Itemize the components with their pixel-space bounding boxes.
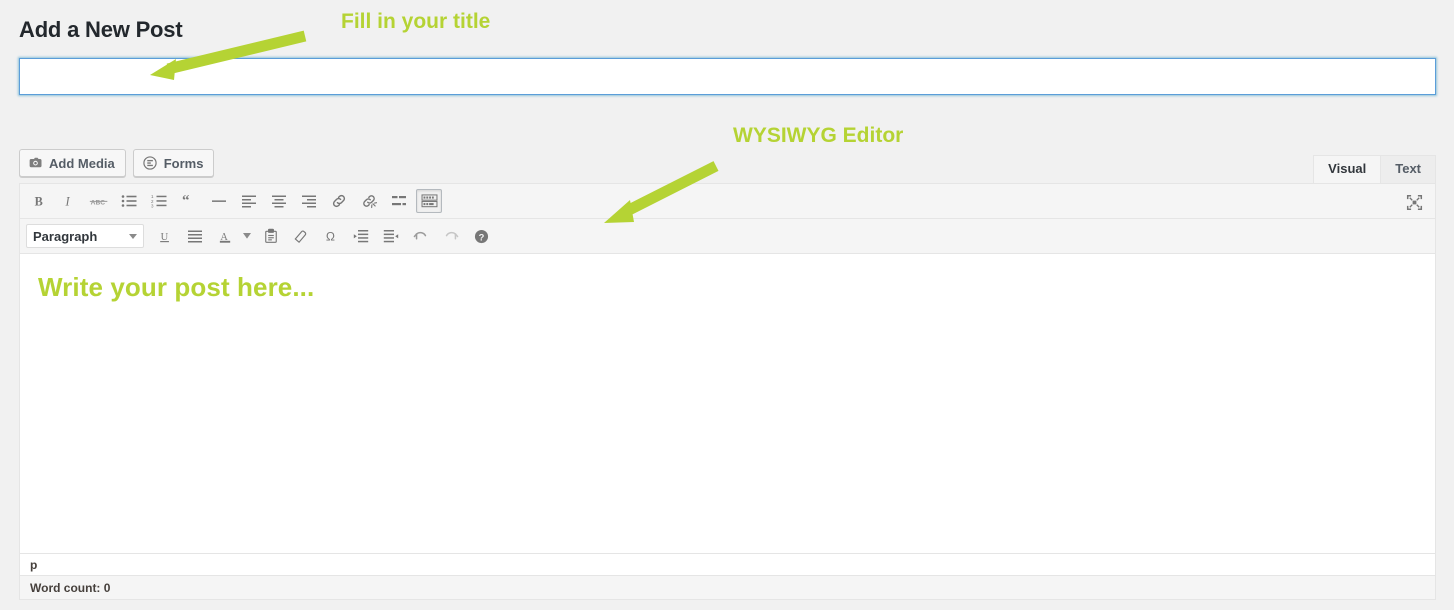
italic-icon[interactable]: I: [56, 189, 82, 213]
numbered-list-icon[interactable]: 1 2 3: [146, 189, 172, 213]
horizontal-rule-icon[interactable]: [206, 189, 232, 213]
tab-visual[interactable]: Visual: [1313, 155, 1382, 183]
underline-icon[interactable]: U: [152, 224, 178, 248]
editor-toolbar-row-1: B I ABC 1 2 3 “: [20, 184, 1435, 219]
editor-word-count: Word count: 0: [20, 575, 1435, 599]
kitchen-sink-icon[interactable]: [416, 189, 442, 213]
svg-text:B: B: [35, 194, 43, 208]
svg-text:I: I: [65, 194, 71, 208]
justify-icon[interactable]: [182, 224, 208, 248]
indent-icon[interactable]: [378, 224, 404, 248]
tab-text[interactable]: Text: [1380, 155, 1436, 183]
outdent-icon[interactable]: [348, 224, 374, 248]
page-title: Add a New Post: [19, 17, 183, 42]
wysiwyg-editor: B I ABC 1 2 3 “ Paragraph U A Ω ? Write …: [19, 183, 1436, 600]
forms-icon: [142, 155, 158, 171]
editor-mode-tabs: Visual Text: [1313, 155, 1436, 183]
svg-text:“: “: [182, 194, 190, 208]
bullet-list-icon[interactable]: [116, 189, 142, 213]
text-color-chevron-down-icon[interactable]: [240, 224, 254, 248]
align-right-icon[interactable]: [296, 189, 322, 213]
keyboard-shortcuts-icon[interactable]: ?: [468, 224, 494, 248]
annotation-wysiwyg-label: WYSIWYG Editor: [733, 124, 904, 147]
remove-link-icon[interactable]: [356, 189, 382, 213]
text-color-icon[interactable]: A: [212, 224, 238, 248]
undo-icon[interactable]: [408, 224, 434, 248]
redo-icon[interactable]: [438, 224, 464, 248]
add-media-button[interactable]: Add Media: [19, 149, 126, 177]
svg-text:3: 3: [151, 204, 154, 209]
insert-link-icon[interactable]: [326, 189, 352, 213]
blockquote-icon[interactable]: “: [176, 189, 202, 213]
paste-as-text-icon[interactable]: [258, 224, 284, 248]
annotation-title-label: Fill in your title: [341, 10, 491, 33]
media-buttons-row: Add Media Forms: [19, 149, 215, 177]
svg-text:ABC: ABC: [91, 199, 106, 206]
chevron-down-icon: [129, 233, 137, 239]
bold-icon[interactable]: B: [26, 189, 52, 213]
format-select[interactable]: Paragraph: [26, 224, 144, 248]
post-title-input[interactable]: [19, 58, 1436, 95]
clear-formatting-icon[interactable]: [288, 224, 314, 248]
forms-button[interactable]: Forms: [132, 149, 215, 177]
editor-content-area[interactable]: Write your post here...: [20, 254, 1435, 553]
camera-icon: [28, 156, 43, 171]
svg-text:?: ?: [478, 232, 484, 242]
post-title-wrapper: [19, 58, 1436, 95]
format-select-value: Paragraph: [33, 228, 98, 244]
read-more-icon[interactable]: [386, 189, 412, 213]
strikethrough-icon[interactable]: ABC: [86, 189, 112, 213]
editor-placeholder: Write your post here...: [38, 272, 315, 302]
align-center-icon[interactable]: [266, 189, 292, 213]
editor-toolbar-row-2: Paragraph U A Ω ?: [20, 219, 1435, 254]
distraction-free-writing-icon[interactable]: [1401, 190, 1427, 214]
forms-label: Forms: [163, 155, 204, 171]
align-left-icon[interactable]: [236, 189, 262, 213]
add-media-label: Add Media: [49, 155, 115, 171]
editor-element-path: p: [20, 553, 1435, 575]
special-character-icon[interactable]: Ω: [318, 224, 344, 248]
svg-text:Ω: Ω: [325, 229, 334, 243]
